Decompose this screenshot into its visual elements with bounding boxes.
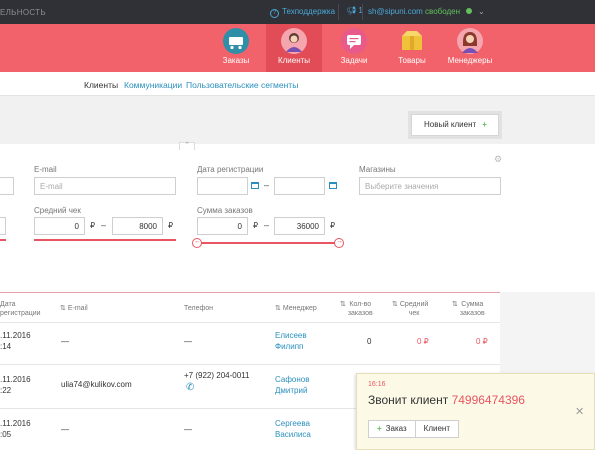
reg-date-to[interactable] xyxy=(274,177,325,195)
top-bar: ЕЛЬНОСТЬ ? Техподдержка 📢︎ 1 sh@sipuni.co… xyxy=(0,0,595,24)
gear-icon[interactable]: ⚙ xyxy=(494,154,502,165)
manager-icon xyxy=(457,28,483,54)
avg-check-from[interactable]: 0 xyxy=(34,217,85,235)
help-icon: ? xyxy=(270,9,279,18)
app-title-fragment: ЕЛЬНОСТЬ xyxy=(0,8,46,17)
shops-label: Магазины xyxy=(359,165,396,174)
support-link[interactable]: ? Техподдержка xyxy=(270,7,335,18)
orders-sum-from[interactable]: 0 xyxy=(197,217,248,235)
call-time: 16:16 xyxy=(368,381,386,388)
plus-icon: + xyxy=(482,120,487,129)
main-nav: Заказы Клиенты Задачи Товары Менеджеры xyxy=(0,24,595,72)
orders-sum-label: Сумма заказов xyxy=(197,206,253,215)
col-avg-check[interactable]: ⇅ Средний чек xyxy=(392,300,428,318)
divider xyxy=(362,4,363,20)
plus-icon: + xyxy=(377,424,382,433)
tab-communications[interactable]: Коммуникации xyxy=(124,80,182,90)
nav-item-tasks[interactable]: Задачи xyxy=(326,24,382,72)
chat-icon xyxy=(341,28,367,54)
toolbar-area xyxy=(0,96,595,144)
tab-user-segments[interactable]: Пользовательские сегменты xyxy=(186,80,298,90)
nav-item-managers[interactable]: Менеджеры xyxy=(442,24,498,72)
avg-check-slider[interactable] xyxy=(34,239,176,241)
ruble-sign: ₽ xyxy=(168,221,174,230)
table-header: Дата регистрации ⇅ E-mail Телефон ⇅ Мене… xyxy=(0,296,500,322)
avg-check-to[interactable]: 8000 xyxy=(112,217,163,235)
user-email: sh@sipuni.com xyxy=(368,7,423,16)
range-dash: – xyxy=(264,180,270,190)
open-client-button[interactable]: Клиент xyxy=(414,421,458,437)
manager-link[interactable]: Сафонов Дмитрий xyxy=(275,374,309,396)
orders-sum-to[interactable]: 36000 xyxy=(274,217,325,235)
sort-icon: ⇅ xyxy=(60,305,66,312)
user-menu[interactable]: sh@sipuni.com свободен ⌄ xyxy=(368,7,485,16)
nav-item-orders[interactable]: Заказы xyxy=(208,24,264,72)
user-status: свободен xyxy=(425,7,461,16)
chevron-down-icon: ⌄ xyxy=(478,7,485,16)
create-order-button[interactable]: + Заказ xyxy=(369,421,415,437)
sort-icon: ⇅ xyxy=(452,301,458,308)
col-manager[interactable]: ⇅ Менеджер xyxy=(275,304,317,313)
notifications-button[interactable]: 📢︎ 1 xyxy=(346,6,363,15)
sort-icon: ⇅ xyxy=(392,301,398,308)
person-icon xyxy=(281,28,307,54)
col-email[interactable]: ⇅ E-mail xyxy=(60,304,88,313)
sort-icon: ⇅ xyxy=(340,301,346,308)
slider-handle-right[interactable]: → xyxy=(334,238,344,248)
shops-select[interactable]: Выберите значения xyxy=(359,177,501,195)
range-slider-partial xyxy=(0,239,6,241)
col-orders-sum[interactable]: ⇅ Сумма заказов xyxy=(452,300,485,318)
megaphone-icon: 📢︎ xyxy=(346,6,357,15)
tab-clients[interactable]: Клиенты xyxy=(84,80,118,90)
sort-icon: ⇅ xyxy=(275,305,281,312)
nav-item-products[interactable]: Товары xyxy=(384,24,440,72)
new-client-button[interactable]: Новый клиент + xyxy=(411,114,499,136)
calendar-icon[interactable] xyxy=(251,182,259,189)
sub-nav: Клиенты Коммуникации Пользовательские се… xyxy=(0,72,595,96)
col-reg-date[interactable]: Дата регистрации xyxy=(0,300,41,318)
manager-link[interactable]: Сергеева Василиса xyxy=(275,418,311,440)
incoming-call-popup: 16:16 Звонит клиент 74996474396 ✕ + Заказ… xyxy=(356,373,595,450)
name-field-partial[interactable] xyxy=(0,177,14,195)
call-message: Звонит клиент 74996474396 xyxy=(368,393,525,407)
cart-icon xyxy=(223,28,249,54)
close-icon[interactable]: ✕ xyxy=(575,405,584,418)
table-divider xyxy=(0,292,500,293)
partial-field[interactable] xyxy=(0,217,6,235)
col-phone: Телефон xyxy=(184,305,214,312)
nav-item-clients[interactable]: Клиенты xyxy=(266,24,322,72)
manager-link[interactable]: Елисеев Филипп xyxy=(275,330,307,352)
collapse-filters-icon[interactable]: ⌃ xyxy=(179,142,195,150)
caller-number[interactable]: 74996474396 xyxy=(452,393,525,407)
reg-date-label: Дата регистрации xyxy=(197,165,264,174)
box-icon xyxy=(399,28,425,54)
ruble-sign: ₽ xyxy=(330,221,336,230)
popup-actions: + Заказ Клиент xyxy=(368,420,459,438)
range-dash: – xyxy=(101,220,107,230)
status-dot-icon xyxy=(466,8,473,14)
col-orders-count[interactable]: ⇅ Кол-во заказов xyxy=(340,300,373,318)
email-field[interactable]: E-mail xyxy=(34,177,176,195)
orders-sum-slider[interactable] xyxy=(196,242,342,244)
range-dash: – xyxy=(264,220,270,230)
ruble-sign: ₽ xyxy=(90,221,96,230)
reg-date-from[interactable] xyxy=(197,177,248,195)
calendar-icon[interactable] xyxy=(329,182,337,189)
avg-check-label: Средний чек xyxy=(34,206,81,215)
phone-call-icon[interactable]: ✆ xyxy=(186,382,194,393)
slider-handle-left[interactable]: ← xyxy=(192,238,202,248)
divider xyxy=(338,4,339,20)
ruble-sign: ₽ xyxy=(253,221,259,230)
email-label: E-mail xyxy=(34,165,57,174)
